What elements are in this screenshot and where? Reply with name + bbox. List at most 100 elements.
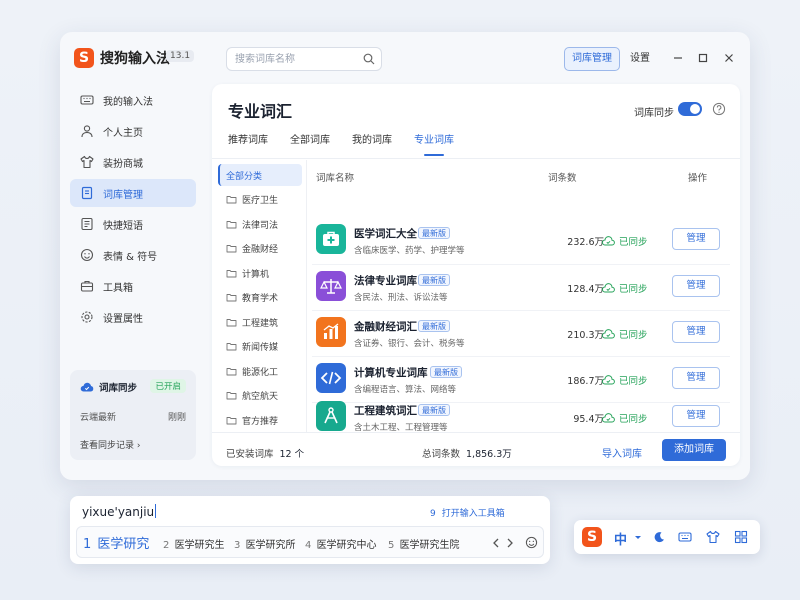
view-sync-log-link[interactable]: 查看同步记录 › [80,438,140,451]
sidebar-item-toolbox[interactable]: 工具箱 [70,272,196,300]
entry-count: 210.3万 [567,330,604,341]
candidate-item[interactable]: 4 医学研究中心 [305,536,377,551]
dictionary-manage-button[interactable]: 词库管理 [564,47,620,71]
sidebar-item-skin-store[interactable]: 装扮商城 [70,148,196,176]
add-dictionary-button[interactable]: 添加词库 [662,439,726,461]
column-header-action: 操作 [688,173,708,184]
tab-all[interactable]: 全部词库 [290,132,330,158]
candidate-item[interactable]: 5 医学研究生院 [388,536,460,551]
footer-divider [212,432,740,433]
sidebar-item-emoji[interactable]: 表情 & 符号 [70,241,196,269]
keyboard-icon[interactable] [678,530,692,544]
category-item[interactable]: 官方推荐 [218,409,302,431]
toolbox-icon [80,280,94,292]
app-name: 搜狗输入法 [100,51,170,67]
help-icon[interactable] [712,102,726,116]
compass-icon [324,407,338,424]
emoji-icon[interactable] [525,536,538,549]
ime-candidate-window: yixue'yanjiu 9 打开输入工具箱 1 医学研究 2 医学研究生 3 医… [70,496,550,564]
candidate-list: 1 医学研究 2 医学研究生 3 医学研究所 4 医学研究中心 5 医学研究生院 [76,526,544,558]
moon-icon[interactable] [652,530,666,544]
column-header-count: 词条数 [548,173,577,184]
grid-icon[interactable] [734,530,748,544]
category-item[interactable]: 医疗卫生 [218,189,302,211]
tab-mine[interactable]: 我的词库 [352,132,392,158]
gear-icon [81,311,93,323]
search-icon[interactable] [363,53,375,65]
latest-badge: 最新版 [418,320,450,332]
chevron-right-icon[interactable] [505,537,515,549]
category-item[interactable]: 新闻传媒 [218,336,302,358]
sidebar-item-dictionary[interactable]: 词库管理 [70,179,196,207]
page-title: 专业词汇 [228,102,293,121]
category-item[interactable]: 计算机 [218,262,302,284]
manage-button[interactable]: 管理 [672,367,720,389]
minimize-icon[interactable] [672,52,684,64]
category-item-all[interactable]: 全部分类 [218,164,302,186]
dictionary-tile [316,224,346,254]
code-icon [320,371,342,385]
category-item[interactable]: 工程建筑 [218,311,302,333]
category-item[interactable]: 金融财经 [218,238,302,260]
cloud-check-icon [602,329,615,339]
category-item[interactable]: 航空航天 [218,385,302,407]
tab-recommended[interactable]: 推荐词库 [228,132,268,158]
sidebar-item-label: 个人主页 [103,127,143,139]
sync-toggle-label: 词库同步 [634,108,674,119]
scale-icon [320,279,342,294]
sidebar-item-label: 工具箱 [103,282,133,294]
dictionary-tile [316,271,346,301]
table-row: 计算机专业词库 最新版 含编程语言、算法、网络等 186.7万 已同步 管理 [312,357,730,401]
toolbox-hint[interactable]: 9 打开输入工具箱 [430,506,505,519]
folder-icon [226,294,237,302]
sidebar-item-quick-phrase[interactable]: 快捷短语 [70,210,196,238]
sidebar-item-my-ime[interactable]: 我的输入法 [70,86,196,114]
sync-card: 词库同步 已开启 云端最新 刚刚 查看同步记录 › [70,370,196,460]
cloud-check-icon [602,413,615,423]
candidate-item[interactable]: 2 医学研究生 [163,536,225,551]
sidebar-item-profile[interactable]: 个人主页 [70,117,196,145]
language-mode-toggle[interactable]: 中 [614,529,627,548]
sogou-logo: S [74,48,94,68]
folder-icon [226,318,237,326]
sidebar-item-settings[interactable]: 设置属性 [70,303,196,331]
close-icon[interactable] [723,52,735,64]
category-item[interactable]: 法律司法 [218,213,302,235]
search-input[interactable] [235,51,355,67]
dictionary-panel: 专业词汇 词库同步 推荐词库 全部词库 我的词库 专业词库 全部分类 医疗卫生 … [212,84,740,466]
category-item[interactable]: 能源化工 [218,360,302,382]
bar-chart-icon [323,323,339,339]
manage-button[interactable]: 管理 [672,228,720,250]
settings-button[interactable]: 设置 [630,47,650,71]
dictionary-tile [316,317,346,347]
candidate-item[interactable]: 1 医学研究 [83,533,149,552]
dictionary-name: 法律专业词库 [354,275,417,287]
title-bar: S 搜狗输入法 13.1 词库管理 设置 [60,32,750,84]
tabs-divider [212,158,740,159]
latest-badge: 最新版 [418,274,450,286]
composition-text[interactable]: yixue'yanjiu [82,504,157,519]
book-icon [81,186,93,200]
import-dictionary-button[interactable]: 导入词库 [602,445,642,460]
chevron-left-icon[interactable] [491,537,501,549]
sogou-logo[interactable]: S [582,527,602,547]
shirt-icon[interactable] [706,530,720,544]
folder-icon [226,269,237,277]
sidebar-item-label: 词库管理 [103,189,143,201]
note-icon [81,217,93,231]
tab-professional[interactable]: 专业词库 [414,132,454,158]
chevron-down-icon[interactable] [634,530,642,544]
manage-button[interactable]: 管理 [672,275,720,297]
maximize-icon[interactable] [697,52,709,64]
cloud-check-icon [602,375,615,385]
cloud-check-icon [602,236,615,246]
sync-toggle[interactable] [678,102,702,116]
manage-button[interactable]: 管理 [672,405,720,427]
table-row: 法律专业词库 最新版 含民法、刑法、诉讼法等 128.4万 已同步 管理 [312,265,730,309]
total-entries: 总词条数 1,856.3万 [422,449,512,460]
manage-button[interactable]: 管理 [672,321,720,343]
latest-badge: 最新版 [418,404,450,416]
candidate-item[interactable]: 3 医学研究所 [234,536,296,551]
installed-count: 已安装词库 12 个 [226,449,305,460]
category-item[interactable]: 教育学术 [218,287,302,309]
